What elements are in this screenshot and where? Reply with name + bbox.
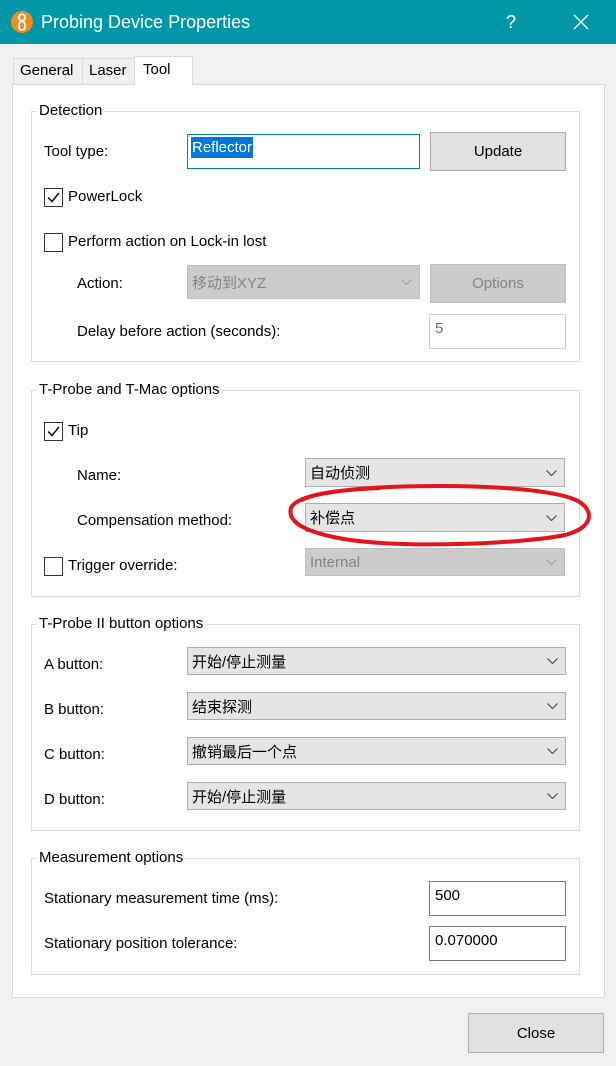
powerlock-label[interactable]: PowerLock [68, 187, 142, 207]
tool-type-label: Tool type: [44, 143, 109, 160]
chevron-down-icon [547, 703, 558, 709]
chevron-down-icon [401, 279, 412, 285]
close-icon [573, 14, 589, 30]
chevron-down-icon [547, 793, 558, 799]
action-value: 移动到XYZ [192, 274, 267, 292]
position-tolerance-value: 0.070000 [435, 932, 498, 949]
b-button-label: B button: [44, 701, 105, 718]
measurement-group-title: Measurement options [37, 848, 186, 868]
tip-name-label: Name: [77, 467, 122, 484]
a-button-label: A button: [44, 656, 104, 673]
tip-checkbox[interactable] [44, 422, 63, 441]
c-button-dropdown[interactable]: 撤销最后一个点 [187, 737, 566, 765]
tool-type-value: Reflector [191, 137, 254, 158]
tab-laser[interactable]: Laser [82, 58, 135, 84]
title-bar: Probing Device Properties ? [0, 0, 616, 44]
tab-panel-tool: Detection Tool type: Reflector Update Po… [12, 84, 605, 998]
b-button-value: 结束探测 [192, 698, 253, 716]
a-button-value: 开始/停止测量 [192, 653, 287, 671]
update-button[interactable]: Update [430, 132, 566, 171]
chevron-down-icon [546, 514, 557, 521]
stationary-time-value: 500 [435, 887, 461, 904]
position-tolerance-label: Stationary position tolerance: [44, 935, 238, 952]
tip-label[interactable]: Tip [68, 421, 88, 441]
trigger-override-checkbox[interactable] [44, 557, 63, 576]
chevron-down-icon [546, 469, 557, 476]
trigger-override-label[interactable]: Trigger override: [68, 556, 177, 576]
delay-label: Delay before action (seconds): [77, 323, 281, 340]
position-tolerance-input[interactable]: 0.070000 [429, 926, 566, 961]
detection-group: Detection Tool type: Reflector Update Po… [31, 101, 580, 362]
tool-type-input[interactable]: Reflector [187, 134, 420, 169]
delay-value: 5 [435, 320, 444, 337]
chevron-down-icon [547, 748, 558, 754]
perform-action-checkbox[interactable] [44, 233, 63, 252]
tprobe-tmac-group: T-Probe and T-Mac options Tip Name: 自动侦测… [31, 380, 580, 597]
close-window-button[interactable] [558, 0, 604, 44]
chevron-down-icon [546, 559, 557, 565]
trigger-override-value: Internal [310, 553, 361, 571]
close-button[interactable]: Close [468, 1013, 604, 1053]
tab-tool[interactable]: Tool [134, 56, 193, 85]
probe-app-icon [11, 11, 33, 33]
trigger-override-dropdown[interactable]: Internal [305, 548, 565, 576]
b-button-dropdown[interactable]: 结束探测 [187, 692, 566, 720]
window-title: Probing Device Properties [41, 12, 251, 32]
measurement-group: Measurement options Stationary measureme… [31, 848, 580, 975]
d-button-label: D button: [44, 791, 105, 808]
detection-group-title: Detection [37, 101, 105, 121]
checkmark-icon [47, 192, 60, 203]
a-button-dropdown[interactable]: 开始/停止测量 [187, 647, 566, 675]
c-button-label: C button: [44, 746, 105, 763]
compensation-method-label: Compensation method: [77, 512, 233, 529]
stationary-time-input[interactable]: 500 [429, 881, 566, 916]
tab-general[interactable]: General [13, 58, 83, 84]
compensation-method-value: 补偿点 [310, 510, 356, 527]
tprobe-tmac-group-title: T-Probe and T-Mac options [37, 380, 222, 400]
options-button[interactable]: Options [430, 264, 566, 303]
tprobe2-button-group: T-Probe II button options A button: 开始/停… [31, 614, 580, 831]
help-button[interactable]: ? [492, 0, 530, 44]
action-label: Action: [77, 275, 123, 292]
tip-name-dropdown[interactable]: 自动侦测 [305, 458, 565, 487]
chevron-down-icon [547, 658, 558, 664]
stationary-time-label: Stationary measurement time (ms): [44, 890, 279, 907]
tip-name-value: 自动侦测 [310, 465, 371, 482]
delay-input[interactable]: 5 [429, 314, 566, 349]
powerlock-checkbox[interactable] [44, 188, 63, 207]
checkmark-icon [47, 426, 60, 437]
compensation-method-dropdown[interactable]: 补偿点 [305, 503, 565, 532]
action-dropdown[interactable]: 移动到XYZ [187, 265, 420, 299]
tprobe2-button-group-title: T-Probe II button options [37, 614, 206, 634]
d-button-value: 开始/停止测量 [192, 788, 287, 806]
c-button-value: 撤销最后一个点 [192, 743, 298, 761]
perform-action-label[interactable]: Perform action on Lock-in lost [68, 232, 266, 252]
d-button-dropdown[interactable]: 开始/停止测量 [187, 782, 566, 810]
